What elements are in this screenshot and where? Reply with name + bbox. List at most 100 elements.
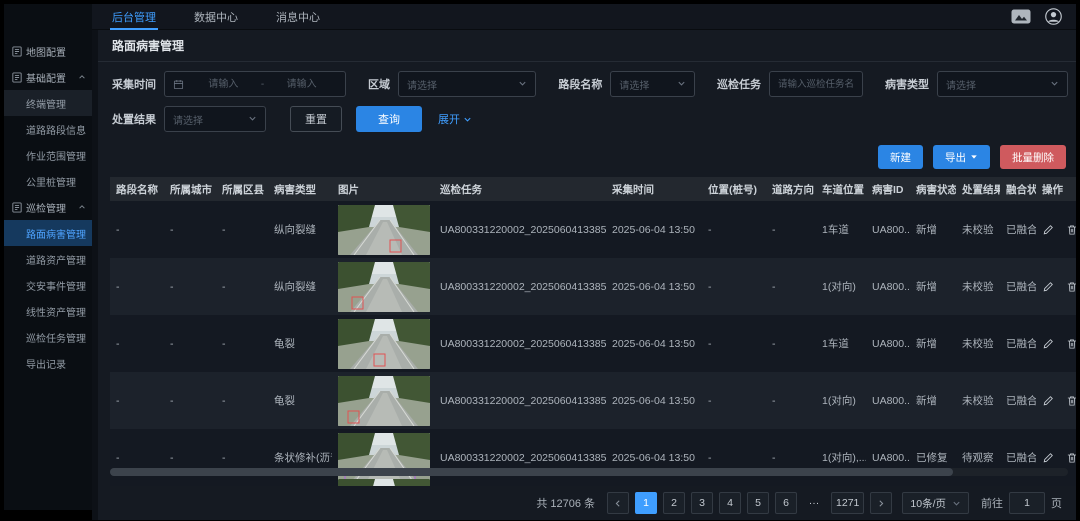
chevron-down-icon (518, 75, 527, 93)
sidebar-item-label: 线性资产管理 (26, 304, 86, 319)
table-zone: 路段名称所属城市所属区县病害类型图片巡检任务采集时间位置(桩号)道路方向车道位置… (98, 177, 1076, 486)
page-button-3[interactable]: 3 (691, 492, 713, 514)
sidebar-item-基础配置[interactable]: 基础配置 (4, 64, 92, 90)
delete-icon[interactable] (1066, 395, 1076, 407)
disease-type-select[interactable]: 请选择 (937, 71, 1068, 97)
date-start-input[interactable] (188, 78, 259, 91)
cell-disease_type: 龟裂 (268, 372, 332, 429)
cell-lane: 1车道 (816, 201, 866, 258)
column-header: 采集时间 (606, 177, 702, 201)
sidebar-item-导出记录[interactable]: 导出记录 (4, 350, 92, 376)
sidebar-item-路面病害管理[interactable]: 路面病害管理 (4, 220, 92, 246)
page-button-5[interactable]: 5 (747, 492, 769, 514)
pagination: 共 12706 条 123456···1271 10条/页 (98, 486, 1076, 520)
next-page-button[interactable] (870, 492, 892, 514)
user-avatar-icon[interactable] (1045, 8, 1062, 25)
delete-icon[interactable] (1066, 281, 1076, 293)
cell-road_name: - (110, 258, 164, 315)
sidebar-item-巡检管理[interactable]: 巡检管理 (4, 194, 92, 220)
row-actions-cell (1036, 201, 1076, 258)
chevron-left-icon (614, 499, 622, 508)
delete-icon[interactable] (1066, 338, 1076, 350)
road-photo[interactable] (338, 479, 430, 486)
column-header: 病害类型 (268, 177, 332, 201)
map-config-icon (12, 46, 22, 57)
horizontal-scrollbar[interactable] (110, 468, 1068, 476)
chevron-down-icon (952, 499, 961, 508)
sidebar-item-巡检任务管理[interactable]: 巡检任务管理 (4, 324, 92, 350)
create-button[interactable]: 新建 (878, 145, 923, 169)
more-pages-ellipsis[interactable]: ··· (803, 492, 825, 514)
tab-backend-management[interactable]: 后台管理 (110, 4, 158, 29)
cell-result: 未校验 (956, 372, 1000, 429)
road-photo[interactable] (338, 319, 430, 369)
edit-icon[interactable] (1042, 452, 1054, 464)
sidebar-item-终端管理[interactable]: 终端管理 (4, 90, 92, 116)
sidebar-item-交安事件管理[interactable]: 交安事件管理 (4, 272, 92, 298)
edit-icon[interactable] (1042, 281, 1054, 293)
expand-link[interactable]: 展开 (438, 111, 472, 127)
search-button[interactable]: 查询 (356, 106, 422, 132)
sidebar-item-作业范围管理[interactable]: 作业范围管理 (4, 142, 92, 168)
batch-delete-button[interactable]: 批量删除 (1000, 145, 1066, 169)
scrollbar-thumb[interactable] (110, 468, 953, 476)
road-photo[interactable] (338, 205, 430, 255)
cell-position: - (702, 372, 766, 429)
export-button[interactable]: 导出 (933, 145, 990, 169)
cell-disease_id: UA800... (866, 429, 910, 486)
delete-icon[interactable] (1066, 452, 1076, 464)
road-photo[interactable] (338, 376, 430, 426)
tab-message-center[interactable]: 消息中心 (274, 4, 322, 29)
image-cell (332, 258, 434, 315)
sidebar-item-线性资产管理[interactable]: 线性资产管理 (4, 298, 92, 324)
edit-icon[interactable] (1042, 224, 1054, 236)
cell-district: - (216, 201, 268, 258)
road-name-select[interactable]: 请选择 (610, 71, 695, 97)
edit-icon[interactable] (1042, 338, 1054, 350)
column-header: 病害状态 (910, 177, 956, 201)
goto-page-input[interactable] (1009, 492, 1045, 514)
sidebar-item-地图配置[interactable]: 地图配置 (4, 38, 92, 64)
column-header: 操作 (1036, 177, 1076, 201)
result-select[interactable]: 请选择 (164, 106, 266, 132)
goto-label: 前往 (981, 495, 1003, 511)
cell-collect_time: 2025-06-04 13:50 (606, 429, 702, 486)
road-photo[interactable] (338, 262, 430, 312)
edit-icon[interactable] (1042, 395, 1054, 407)
image-cell (332, 201, 434, 258)
page-button-1271[interactable]: 1271 (831, 492, 864, 514)
filter-row-1: 采集时间 - 区域 请选择 (112, 71, 1068, 97)
goto-page-group: 前往 页 (981, 492, 1062, 514)
app: 地图配置基础配置终端管理道路路段信息作业范围管理公里桩管理巡检管理路面病害管理道… (4, 4, 1076, 510)
cell-status: 新增 (910, 201, 956, 258)
cell-position: - (702, 201, 766, 258)
cell-city: - (164, 372, 216, 429)
screen-preview-icon[interactable] (1011, 9, 1031, 24)
date-end-input[interactable] (266, 78, 337, 91)
cell-collect_time: 2025-06-04 13:50 (606, 372, 702, 429)
task-input[interactable] (769, 71, 863, 97)
column-header: 处置结果 (956, 177, 1000, 201)
page-size-select[interactable]: 10条/页 (902, 492, 969, 514)
collect-time-range-picker[interactable]: - (164, 71, 346, 97)
cell-disease_type: 条状修补(沥青) (268, 429, 332, 486)
prev-page-button[interactable] (607, 492, 629, 514)
inspection-icon (12, 202, 22, 213)
tab-data-center[interactable]: 数据中心 (192, 4, 240, 29)
page-number-buttons: 123456 ··· 1271 (635, 492, 864, 514)
reset-button[interactable]: 重置 (290, 106, 342, 132)
page-button-2[interactable]: 2 (663, 492, 685, 514)
sidebar-item-道路资产管理[interactable]: 道路资产管理 (4, 246, 92, 272)
chevron-down-icon (677, 75, 686, 93)
page-button-1[interactable]: 1 (635, 492, 657, 514)
region-select[interactable]: 请选择 (398, 71, 536, 97)
page-button-4[interactable]: 4 (719, 492, 741, 514)
page-button-6[interactable]: 6 (775, 492, 797, 514)
sidebar-item-公里桩管理[interactable]: 公里桩管理 (4, 168, 92, 194)
table-row: ---龟裂UA800331220002_20250604133852059202… (110, 372, 1076, 429)
sidebar-item-道路路段信息[interactable]: 道路路段信息 (4, 116, 92, 142)
cell-lane: 1车道 (816, 315, 866, 372)
row-actions-cell (1036, 315, 1076, 372)
cell-disease_id: UA800... (866, 315, 910, 372)
delete-icon[interactable] (1066, 224, 1076, 236)
